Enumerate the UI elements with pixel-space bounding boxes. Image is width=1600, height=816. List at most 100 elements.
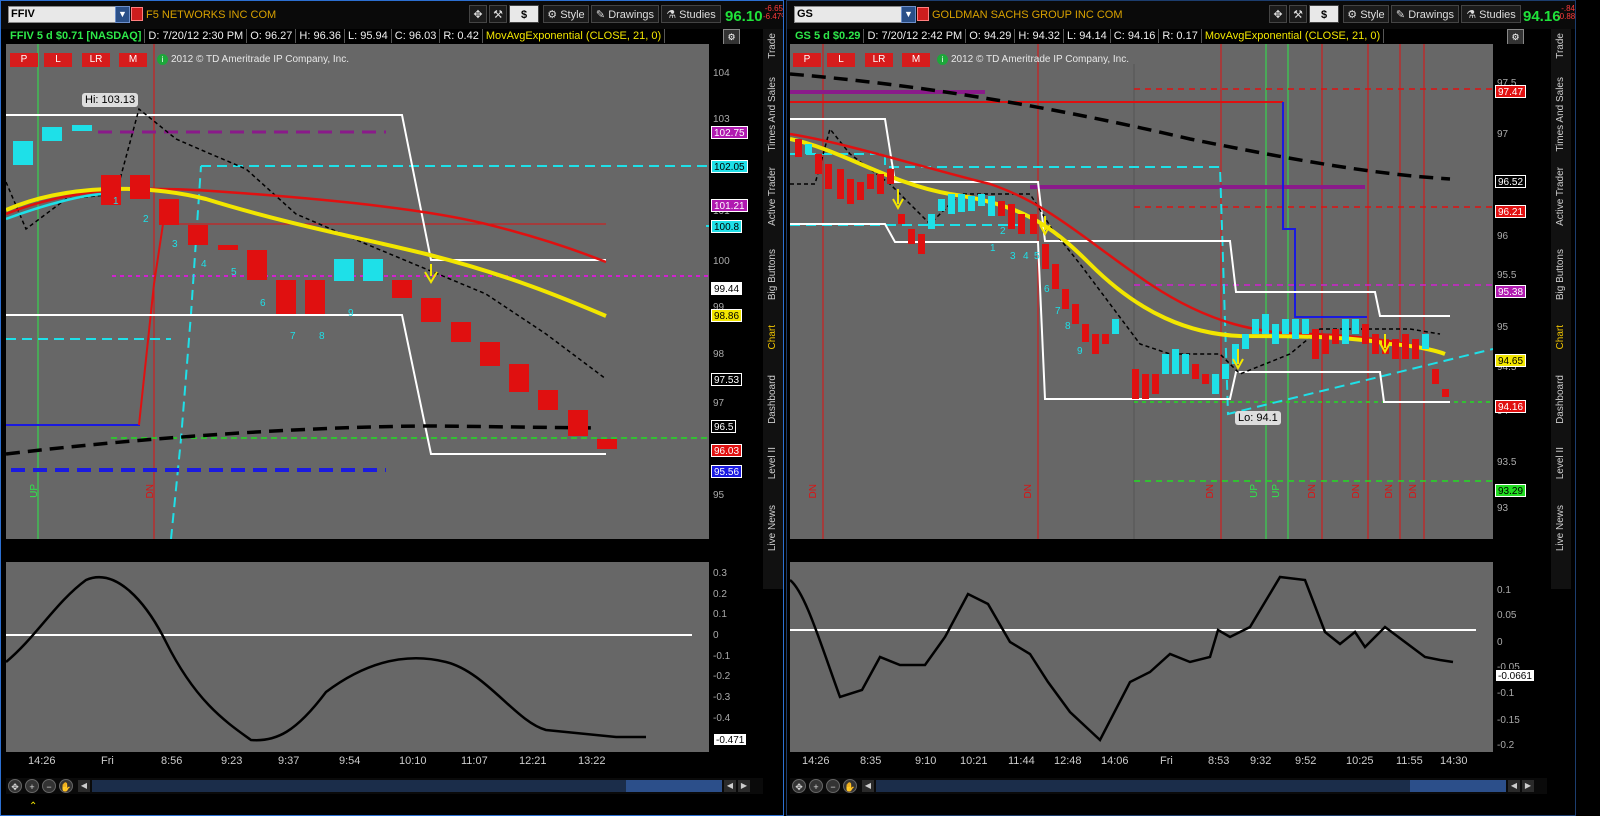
left-symbol-dropdown-icon[interactable]: ▼ (115, 6, 130, 23)
left-bar-number: 9 (348, 308, 354, 319)
left-crosshair-icon[interactable]: ✥ (469, 5, 487, 23)
left-m-button[interactable]: M (119, 53, 147, 67)
left-zoom-out-icon[interactable]: − (42, 779, 56, 793)
left-style-icon: ⚙ (547, 9, 561, 21)
left-oscillator-chart[interactable] (5, 562, 709, 752)
left-scrollbar[interactable] (92, 780, 712, 792)
right-l-button[interactable]: L (827, 53, 855, 67)
right-zoom-in-icon[interactable]: + (809, 779, 823, 793)
left-style-button[interactable]: ⚙ Style (543, 5, 589, 23)
right-symbol-input[interactable]: GS (794, 6, 902, 23)
left-time-label: 9:54 (339, 755, 361, 767)
right-info-date: D: 7/20/12 2:42 PM (864, 29, 967, 43)
right-candle (1192, 364, 1199, 379)
left-side-tab[interactable]: Active Trader (763, 167, 783, 245)
left-change-pct: -6.47% (763, 12, 783, 21)
left-l-button[interactable]: L (44, 53, 72, 67)
right-side-tab[interactable]: Trade (1551, 33, 1571, 73)
right-studies-button[interactable]: ⚗ Studies (1461, 5, 1521, 23)
right-side-tab[interactable]: Big Buttons (1551, 249, 1571, 321)
right-wrench-icon[interactable]: ⚒ (1289, 5, 1307, 23)
right-lr-button[interactable]: LR (865, 53, 893, 67)
left-wrench-icon[interactable]: ⚒ (489, 5, 507, 23)
right-dollar-button[interactable]: $ (1309, 5, 1339, 23)
right-oscillator-chart[interactable] (789, 562, 1493, 752)
right-signal-marker: UP (1249, 484, 1260, 498)
right-m-button[interactable]: M (902, 53, 930, 67)
right-side-tab[interactable]: Live News (1551, 505, 1571, 565)
left-pan-icon[interactable]: ✥ (8, 779, 22, 793)
left-dollar-button[interactable]: $ (509, 5, 539, 23)
right-candle (1292, 319, 1299, 339)
right-price-tag: 95.38 (1495, 285, 1527, 298)
left-info-icon[interactable]: i (157, 54, 168, 65)
right-candle (978, 194, 985, 206)
right-scroll-end-icon[interactable]: ▶ (1522, 780, 1534, 792)
right-candle (1362, 324, 1369, 344)
right-oscillator-axis-label: 0.05 (1497, 610, 1517, 621)
right-price-chart[interactable]: Lo: 94.1 12 345 678 9 DN DN DN UP UP DN DN DN DN (790, 44, 1493, 539)
right-pan-icon[interactable]: ✥ (792, 779, 806, 793)
right-info-range: R: 0.17 (1159, 29, 1202, 43)
right-scroll-right-icon[interactable]: ◀ (1508, 780, 1520, 792)
right-copyright: i 2012 © TD Ameritrade IP Company, Inc. (937, 54, 1129, 65)
right-candle (1342, 319, 1349, 344)
right-side-tab[interactable]: Level II (1551, 447, 1571, 501)
left-drawings-button[interactable]: ✎ Drawings (591, 5, 659, 23)
left-chart-settings-icon[interactable]: ⚙ (723, 29, 740, 45)
right-arrow-marker-icon-1 (892, 189, 904, 211)
left-expand-icon[interactable]: ⌃ (29, 801, 37, 812)
left-link-color-button[interactable] (131, 7, 143, 21)
right-candle (898, 214, 905, 224)
left-time-axis[interactable]: 14:26 Fri 8:56 9:23 9:37 9:54 10:10 11:07 12:21 1… (6, 753, 709, 769)
right-style-button[interactable]: ⚙ Style (1343, 5, 1389, 23)
left-studies-button[interactable]: ⚗ Studies (661, 5, 721, 23)
right-crosshair-icon[interactable]: ✥ (1269, 5, 1287, 23)
left-side-tab-label: Active Trader (767, 167, 778, 226)
left-scroll-thumb[interactable] (626, 780, 722, 792)
right-p-button[interactable]: P (793, 53, 821, 67)
right-drawings-button[interactable]: ✎ Drawings (1391, 5, 1459, 23)
left-scroll-end-icon[interactable]: ▶ (738, 780, 750, 792)
left-info-study[interactable]: MovAvgExponential (CLOSE, 21, 0) (483, 29, 666, 43)
right-side-tab[interactable]: Dashboard (1551, 375, 1571, 443)
left-side-tab[interactable]: Big Buttons (763, 249, 783, 321)
right-scrollbar[interactable] (876, 780, 1496, 792)
right-zoom-out-icon[interactable]: − (826, 779, 840, 793)
left-p-button[interactable]: P (10, 53, 38, 67)
right-link-color-button[interactable] (917, 7, 929, 21)
left-side-tab[interactable]: Times And Sales (763, 77, 783, 163)
left-oscillator-axis[interactable]: 0.3 0.2 0.1 0 -0.1 -0.2 -0.3 -0.4 (709, 562, 763, 752)
left-side-tab[interactable]: Chart (763, 325, 783, 371)
left-side-tab[interactable]: Live News (763, 505, 783, 565)
right-side-tab[interactable]: Active Trader (1551, 167, 1571, 245)
left-side-tab[interactable]: Dashboard (763, 375, 783, 443)
left-side-tab[interactable]: Level II (763, 447, 783, 501)
left-price-tag: 96.03 (711, 444, 743, 457)
left-side-tab[interactable]: Trade (763, 33, 783, 73)
right-oscillator-axis[interactable]: 0.1 0.05 0 -0.05 -0.1 -0.15 -0.2 (1493, 562, 1547, 752)
left-hand-icon[interactable]: ✋ (59, 779, 73, 793)
right-scroll-left-icon[interactable]: ◀ (862, 780, 874, 792)
right-hand-icon[interactable]: ✋ (843, 779, 857, 793)
left-scroll-right-icon[interactable]: ◀ (724, 780, 736, 792)
right-signal-marker: DN (1205, 484, 1216, 499)
right-cyan-level (790, 153, 1493, 416)
right-info-study[interactable]: MovAvgExponential (CLOSE, 21, 0) (1202, 29, 1385, 43)
left-zoom-in-icon[interactable]: + (25, 779, 39, 793)
right-candle (1008, 204, 1015, 229)
left-hi-label: Hi: 103.13 (82, 93, 139, 107)
left-lr-button[interactable]: LR (82, 53, 110, 67)
left-price-chart[interactable]: Hi: 103.13 1 2 3 4 5 6 7 8 9 UP DN (6, 44, 709, 539)
left-scroll-left-icon[interactable]: ◀ (78, 780, 90, 792)
right-signal-marker: DN (1023, 484, 1034, 499)
right-chart-settings-icon[interactable]: ⚙ (1507, 29, 1524, 45)
right-time-axis[interactable]: 14:26 8:35 9:10 10:21 11:44 12:48 14:06 Fri 8:53… (790, 753, 1493, 769)
right-side-tab-label: Live News (1555, 505, 1566, 552)
right-side-tab[interactable]: Times And Sales (1551, 77, 1571, 163)
right-symbol-dropdown-icon[interactable]: ▼ (901, 6, 916, 23)
left-symbol-input[interactable]: FFIV (8, 6, 116, 23)
right-side-tab[interactable]: Chart (1551, 325, 1571, 371)
right-info-icon[interactable]: i (937, 54, 948, 65)
right-scroll-thumb[interactable] (1410, 780, 1506, 792)
